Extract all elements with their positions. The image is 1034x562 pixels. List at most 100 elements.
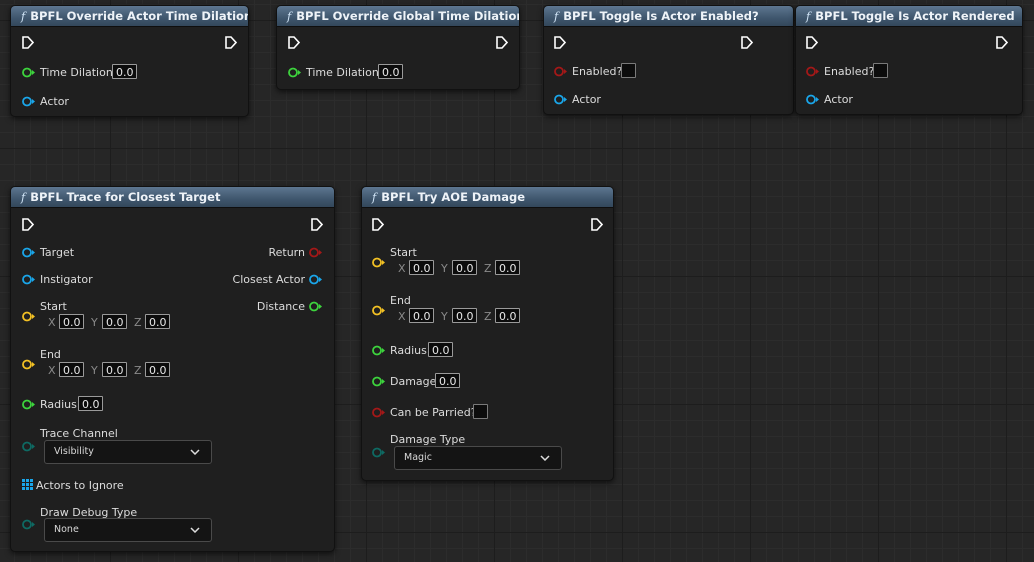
can-be-parried-pin[interactable]: [372, 407, 385, 418]
trace-channel-pin[interactable]: [22, 441, 35, 452]
actor-label: Actor: [572, 93, 601, 106]
instigator-pin[interactable]: [22, 274, 35, 285]
start-pin[interactable]: [22, 311, 35, 322]
draw-debug-pin[interactable]: [22, 519, 35, 530]
damage-type-label: Damage Type: [390, 433, 466, 446]
damage-type-value: Magic: [404, 452, 432, 463]
radius-label: Radius: [390, 344, 427, 357]
start-x-input[interactable]: 0.0: [409, 260, 434, 275]
array-grid-icon[interactable]: [22, 479, 33, 490]
node-try-aoe-damage[interactable]: f BPFL Try AOE Damage Start X 0.0 Y 0.0 Z…: [361, 186, 614, 481]
end-y-input[interactable]: 0.0: [102, 362, 127, 377]
start-x-axis: X: [48, 316, 56, 329]
end-z-axis: Z: [484, 310, 492, 323]
actor-pin[interactable]: [554, 94, 567, 105]
end-y-axis: Y: [441, 310, 448, 323]
distance-label: Distance: [256, 300, 305, 313]
node-header[interactable]: f BPFL Override Global Time Dilation: [277, 6, 519, 27]
chevron-down-icon: [190, 527, 200, 533]
node-header[interactable]: f BPFL Override Actor Time Dilation: [11, 6, 248, 27]
start-y-input[interactable]: 0.0: [102, 314, 127, 329]
enabled-label: Enabled?: [824, 65, 875, 78]
start-y-input[interactable]: 0.0: [452, 260, 477, 275]
node-title: BPFL Toggle Is Actor Rendered: [815, 9, 1015, 23]
time-dilation-input[interactable]: 0.0: [378, 64, 403, 79]
function-icon: f: [372, 190, 377, 204]
node-override-global-time-dilation[interactable]: f BPFL Override Global Time Dilation Time…: [276, 5, 520, 90]
chevron-down-icon: [190, 449, 200, 455]
time-dilation-label: Time Dilation: [306, 66, 379, 79]
start-z-axis: Z: [134, 316, 142, 329]
end-x-input[interactable]: 0.0: [59, 362, 84, 377]
start-x-axis: X: [398, 262, 406, 275]
node-header[interactable]: f BPFL Trace for Closest Target: [11, 187, 334, 208]
end-pin[interactable]: [372, 305, 385, 316]
node-header[interactable]: f BPFL Toggle Is Actor Enabled?: [544, 6, 793, 27]
start-x-input[interactable]: 0.0: [59, 314, 84, 329]
time-dilation-pin[interactable]: [288, 67, 301, 78]
start-z-input[interactable]: 0.0: [145, 314, 170, 329]
start-pin[interactable]: [372, 257, 385, 268]
end-x-input[interactable]: 0.0: [409, 308, 434, 323]
target-label: Target: [40, 246, 75, 259]
enabled-checkbox[interactable]: [873, 63, 888, 78]
start-z-axis: Z: [484, 262, 492, 275]
chevron-down-icon: [540, 455, 550, 461]
target-pin[interactable]: [22, 247, 35, 258]
end-y-input[interactable]: 0.0: [452, 308, 477, 323]
node-toggle-actor-enabled[interactable]: f BPFL Toggle Is Actor Enabled? Enabled? …: [543, 5, 794, 115]
end-z-input[interactable]: 0.0: [145, 362, 170, 377]
damage-pin[interactable]: [372, 376, 385, 387]
instigator-label: Instigator: [40, 273, 93, 286]
end-z-axis: Z: [134, 364, 142, 377]
actors-to-ignore-label: Actors to Ignore: [36, 479, 124, 492]
node-title: BPFL Override Global Time Dilation: [296, 9, 520, 23]
node-toggle-actor-rendered[interactable]: f BPFL Toggle Is Actor Rendered Enabled? …: [795, 5, 1023, 115]
time-dilation-pin[interactable]: [22, 67, 35, 78]
enabled-pin[interactable]: [806, 66, 819, 77]
damage-type-dropdown[interactable]: Magic: [394, 446, 562, 470]
end-pin[interactable]: [22, 359, 35, 370]
draw-debug-value: None: [54, 524, 79, 535]
actor-pin[interactable]: [22, 96, 35, 107]
node-header[interactable]: f BPFL Try AOE Damage: [362, 187, 613, 208]
radius-input[interactable]: 0.0: [78, 396, 103, 411]
radius-input[interactable]: 0.0: [428, 342, 453, 357]
actor-pin[interactable]: [806, 94, 819, 105]
radius-label: Radius: [40, 398, 77, 411]
node-header[interactable]: f BPFL Toggle Is Actor Rendered: [796, 6, 1022, 27]
function-icon: f: [806, 9, 811, 23]
end-x-axis: X: [48, 364, 56, 377]
enabled-pin[interactable]: [554, 66, 567, 77]
closest-actor-label: Closest Actor: [232, 273, 305, 286]
draw-debug-dropdown[interactable]: None: [44, 518, 212, 542]
function-icon: f: [287, 9, 292, 23]
node-override-actor-time-dilation[interactable]: f BPFL Override Actor Time Dilation Time …: [10, 5, 249, 117]
actor-label: Actor: [40, 95, 69, 108]
trace-channel-dropdown[interactable]: Visibility: [44, 440, 212, 464]
end-y-axis: Y: [91, 364, 98, 377]
closest-actor-pin[interactable]: [309, 274, 322, 285]
function-icon: f: [21, 190, 26, 204]
start-y-axis: Y: [441, 262, 448, 275]
start-label: Start: [390, 246, 417, 259]
damage-label: Damage: [390, 375, 437, 388]
distance-pin[interactable]: [309, 301, 322, 312]
end-x-axis: X: [398, 310, 406, 323]
enabled-checkbox[interactable]: [621, 63, 636, 78]
end-z-input[interactable]: 0.0: [495, 308, 520, 323]
time-dilation-input[interactable]: 0.0: [112, 64, 137, 79]
damage-type-pin[interactable]: [372, 447, 385, 458]
radius-pin[interactable]: [22, 399, 35, 410]
node-trace-closest-target[interactable]: f BPFL Trace for Closest Target Target Re…: [10, 186, 335, 552]
damage-input[interactable]: 0.0: [435, 373, 460, 388]
can-be-parried-checkbox[interactable]: [473, 404, 488, 419]
node-title: BPFL Trace for Closest Target: [30, 190, 221, 204]
radius-pin[interactable]: [372, 345, 385, 356]
return-pin[interactable]: [309, 247, 322, 258]
start-z-input[interactable]: 0.0: [495, 260, 520, 275]
node-title: BPFL Override Actor Time Dilation: [30, 9, 249, 23]
end-label: End: [40, 348, 61, 361]
function-icon: f: [21, 9, 26, 23]
time-dilation-label: Time Dilation: [40, 66, 113, 79]
